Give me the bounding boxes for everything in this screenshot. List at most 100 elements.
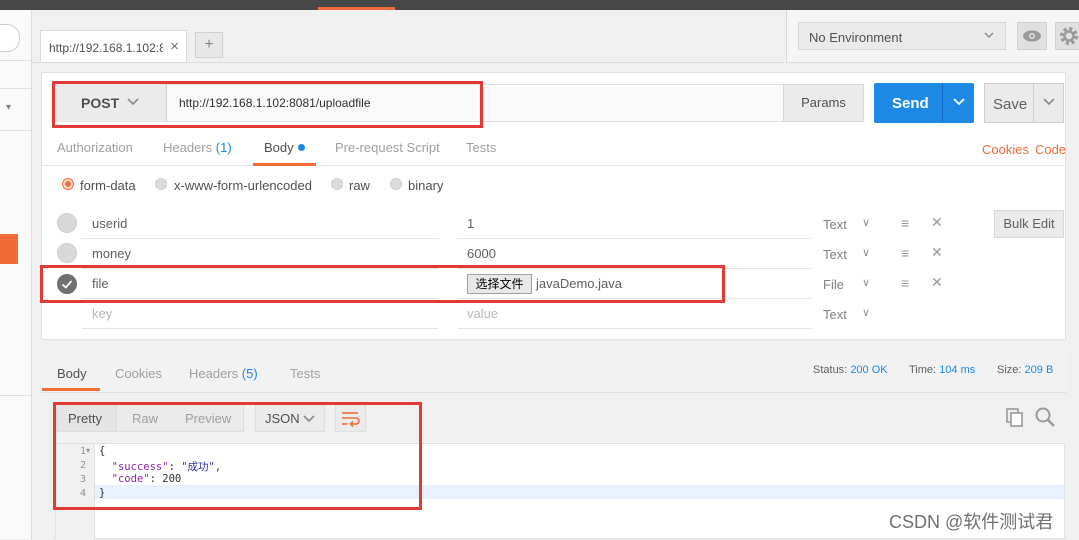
row-enable-checkbox[interactable] xyxy=(57,213,77,233)
wrap-icon xyxy=(342,412,360,428)
cell-border xyxy=(82,268,438,269)
form-key[interactable]: userid xyxy=(92,216,127,231)
environment-select[interactable]: No Environment xyxy=(798,22,1006,50)
drag-handle-icon[interactable]: ≡ xyxy=(901,215,909,231)
response-tab-headers[interactable]: Headers (5) xyxy=(189,366,258,381)
wrap-lines-button[interactable] xyxy=(335,404,366,432)
json-value: 200 xyxy=(162,473,182,485)
sidebar-selected-item[interactable] xyxy=(0,234,18,264)
bulk-edit-button[interactable]: Bulk Edit xyxy=(994,210,1064,238)
radio-binary-label: binary xyxy=(408,178,444,193)
code-line-1: { xyxy=(99,445,106,457)
response-tab-cookies[interactable]: Cookies xyxy=(115,366,162,381)
json-value: "成功" xyxy=(181,461,215,473)
cookies-link[interactable]: Cookies xyxy=(982,142,1029,157)
active-tab-underline xyxy=(253,163,316,166)
radio-urlencoded[interactable] xyxy=(155,178,167,190)
radio-raw[interactable] xyxy=(331,178,343,190)
app-top-bar xyxy=(0,0,1079,10)
form-value[interactable]: 6000 xyxy=(467,246,496,261)
url-input[interactable]: http://192.168.1.102:8081/uploadfile xyxy=(167,84,783,122)
code-line-3: "code": 200 xyxy=(111,473,182,485)
line-number: 3 xyxy=(79,474,86,485)
tab-headers[interactable]: Headers (1) xyxy=(163,140,232,155)
form-type[interactable]: Text xyxy=(823,307,847,322)
sidebar-divider xyxy=(0,88,31,89)
form-value[interactable]: 1 xyxy=(467,216,474,231)
form-key[interactable]: file xyxy=(92,276,109,291)
sidebar: ▾ xyxy=(0,10,32,539)
radio-raw-label: raw xyxy=(349,178,370,193)
choose-file-button[interactable]: 选择文件 xyxy=(467,274,532,294)
view-preview[interactable]: Preview xyxy=(185,411,231,426)
close-icon[interactable]: ✕ xyxy=(931,244,943,261)
tab-tests[interactable]: Tests xyxy=(466,140,496,155)
chevron-down-icon[interactable] xyxy=(1042,94,1056,111)
send-button[interactable]: Send xyxy=(874,83,974,123)
chevron-down-icon[interactable]: ▾ xyxy=(6,102,11,113)
format-select[interactable]: JSON xyxy=(255,404,325,432)
form-type[interactable]: Text xyxy=(823,217,847,232)
status-readout: Status: 200 OK xyxy=(813,364,888,376)
status-value: 200 OK xyxy=(850,364,888,376)
chevron-down-icon[interactable]: ∨ xyxy=(862,216,870,229)
close-icon[interactable]: ✕ xyxy=(931,214,943,231)
check-icon xyxy=(61,280,73,289)
close-icon[interactable]: × xyxy=(170,38,179,55)
chevron-down-icon[interactable] xyxy=(952,94,966,111)
sidebar-search-pill[interactable] xyxy=(0,24,20,52)
new-value-input[interactable]: value xyxy=(467,306,498,321)
row-enable-checkbox[interactable] xyxy=(57,243,77,263)
method-select[interactable]: POST xyxy=(54,84,167,122)
close-icon[interactable]: ✕ xyxy=(931,274,943,291)
code-link[interactable]: Code xyxy=(1035,142,1066,157)
view-pretty[interactable]: Pretty xyxy=(68,411,102,426)
fold-arrow-icon[interactable]: ▾ xyxy=(86,446,90,455)
response-tab-tests[interactable]: Tests xyxy=(290,366,320,381)
tab-body[interactable]: Body xyxy=(264,140,305,155)
tab-headers-label: Headers xyxy=(163,140,213,155)
radio-binary[interactable] xyxy=(390,178,402,190)
radio-urlencoded-label: x-www-form-urlencoded xyxy=(174,178,312,193)
copy-icon[interactable] xyxy=(1004,406,1026,431)
chevron-down-icon[interactable]: ∨ xyxy=(862,276,870,289)
row-enable-checkbox[interactable] xyxy=(57,274,77,294)
line-number: 4 xyxy=(79,488,86,499)
response-headers-label: Headers xyxy=(189,366,239,381)
tab-prerequest-script[interactable]: Pre-request Script xyxy=(335,140,440,155)
chevron-down-icon[interactable]: ∨ xyxy=(862,306,870,319)
new-key-input[interactable]: key xyxy=(92,306,112,321)
chevron-down-icon xyxy=(126,94,140,111)
form-type[interactable]: File xyxy=(823,277,844,292)
chevron-down-icon[interactable]: ∨ xyxy=(862,246,870,259)
params-button[interactable]: Params xyxy=(783,84,864,122)
gear-icon[interactable] xyxy=(1055,22,1079,50)
tab-authorization[interactable]: Authorization xyxy=(57,140,133,155)
form-type[interactable]: Text xyxy=(823,247,847,262)
cell-border xyxy=(82,238,438,239)
line-number: 1 xyxy=(79,446,86,457)
search-icon[interactable] xyxy=(1034,406,1056,431)
time-label: Time: xyxy=(909,364,937,376)
drag-handle-icon[interactable]: ≡ xyxy=(901,245,909,261)
request-tab[interactable]: http://192.168.1.102:8 × xyxy=(40,30,187,62)
response-tab-body[interactable]: Body xyxy=(57,366,87,381)
eye-icon[interactable] xyxy=(1017,22,1047,50)
cell-border xyxy=(458,298,812,299)
active-tab-underline xyxy=(42,388,100,391)
code-line-2: "success": "成功", xyxy=(111,461,222,473)
save-button[interactable]: Save xyxy=(984,83,1064,123)
url-text: http://192.168.1.102:8081/uploadfile xyxy=(179,96,371,110)
drag-handle-icon[interactable]: ≡ xyxy=(901,275,909,291)
new-tab-button[interactable]: + xyxy=(195,32,223,58)
environment-label: No Environment xyxy=(809,30,903,45)
view-raw[interactable]: Raw xyxy=(132,411,158,426)
radio-form-data[interactable] xyxy=(62,178,74,190)
sidebar-divider xyxy=(0,395,31,396)
cell-border xyxy=(82,298,438,299)
form-key[interactable]: money xyxy=(92,246,131,261)
response-headers-count: (5) xyxy=(241,366,258,381)
time-readout: Time: 104 ms xyxy=(909,364,975,376)
line-number: 2 xyxy=(79,460,86,471)
size-readout: Size: 209 B xyxy=(997,364,1053,376)
